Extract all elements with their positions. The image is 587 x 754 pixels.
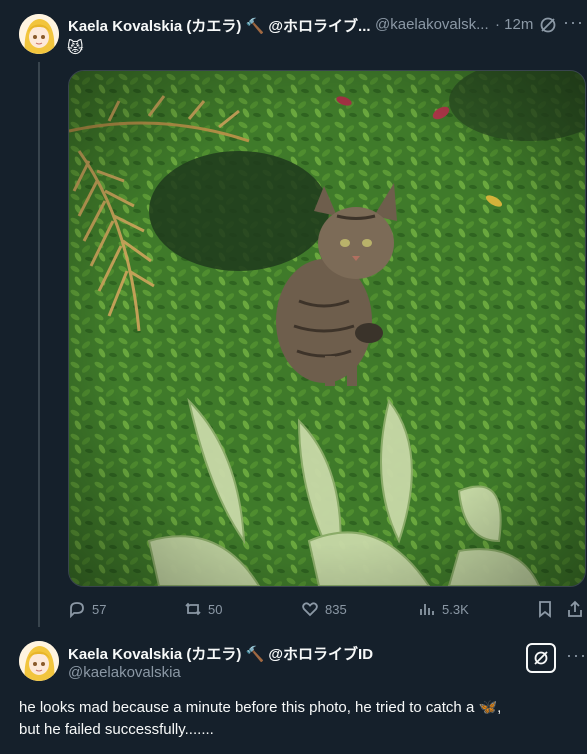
views-chart-icon <box>420 604 434 615</box>
timestamp[interactable]: · 12m <box>495 16 533 33</box>
heart-icon <box>302 602 318 617</box>
tweet-text-line: but he failed successfully....... <box>19 721 214 738</box>
grok-icon <box>534 651 548 665</box>
views-button[interactable]: 5.3K <box>418 600 469 618</box>
cat-in-grass-image <box>69 71 585 586</box>
more-options-icon[interactable]: ··· <box>563 12 584 33</box>
bookmark-button[interactable] <box>536 600 554 618</box>
avatar[interactable] <box>19 641 59 681</box>
like-count: 835 <box>325 601 347 617</box>
reply-count: 57 <box>92 601 107 617</box>
bookmark-icon <box>539 601 551 618</box>
tweet-photo[interactable] <box>68 70 586 587</box>
avatar-image <box>19 14 59 54</box>
grok-icon[interactable] <box>539 16 557 39</box>
grok-button[interactable] <box>526 643 556 673</box>
avatar-image <box>19 641 59 681</box>
tweet-text-line: he looks mad because a minute before thi… <box>19 699 502 716</box>
retweet-icon <box>185 602 201 616</box>
display-name[interactable]: Kaela Kovalskia (カエラ) 🔨 @ホロライブID <box>68 643 373 664</box>
tweet-text: 😾 <box>67 40 84 57</box>
share-icon <box>568 600 582 617</box>
reply-button[interactable]: 57 <box>68 600 106 618</box>
display-name[interactable]: Kaela Kovalskia (カエラ) 🔨 @ホロライブ... <box>68 15 371 36</box>
avatar[interactable] <box>19 14 59 54</box>
view-count: 5.3K <box>442 601 469 617</box>
thread-connector <box>38 62 40 627</box>
like-button[interactable]: 835 <box>301 600 347 618</box>
more-options-icon[interactable]: ··· <box>566 645 587 666</box>
tweet-text: he looks mad because a minute before thi… <box>19 697 584 741</box>
reply-icon <box>70 602 84 618</box>
handle[interactable]: @kaelakovalsk... <box>375 16 489 33</box>
retweet-count: 50 <box>208 601 223 617</box>
handle[interactable]: @kaelakovalskia <box>68 664 181 681</box>
share-button[interactable] <box>566 600 584 618</box>
retweet-button[interactable]: 50 <box>184 600 222 618</box>
